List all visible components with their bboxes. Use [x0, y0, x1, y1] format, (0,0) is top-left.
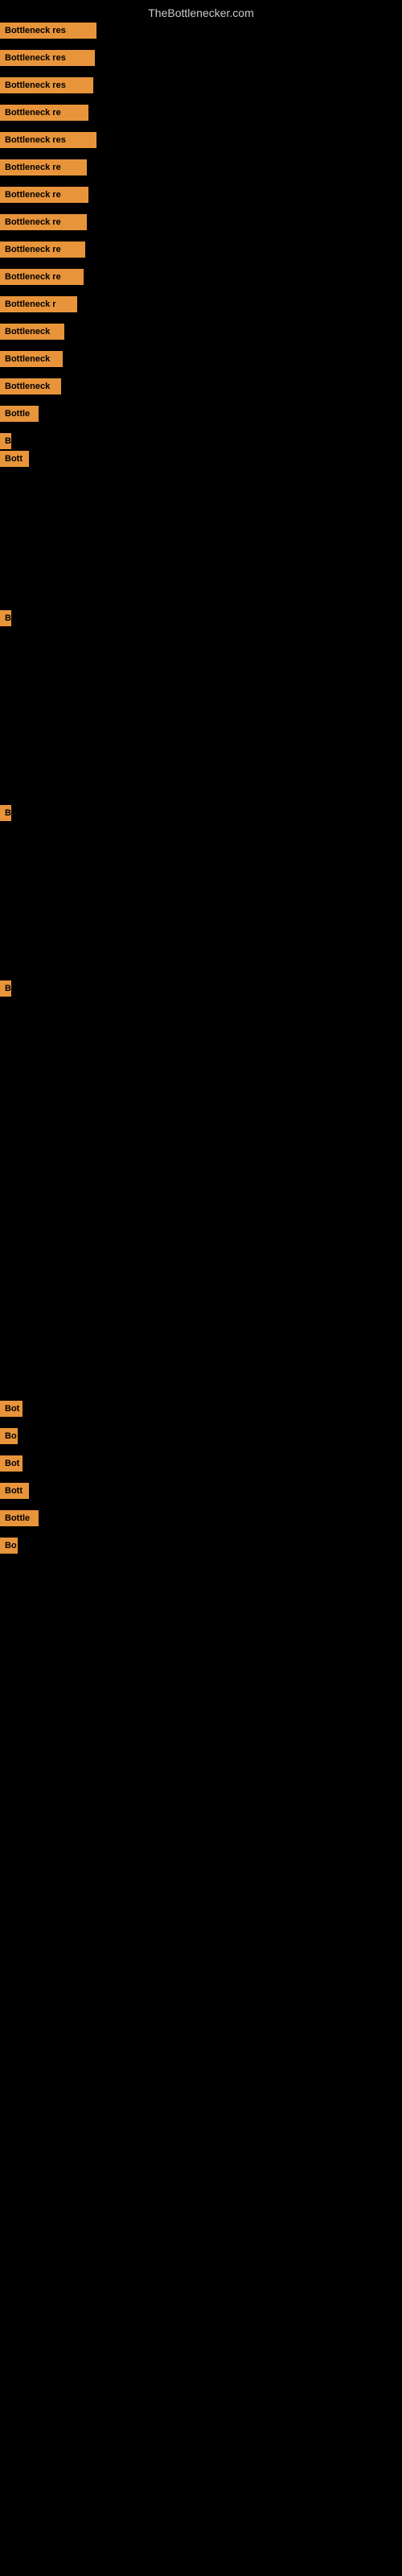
list-item[interactable]: Bottleneck re	[0, 159, 87, 175]
list-item[interactable]: Bottle	[0, 1510, 39, 1526]
list-item[interactable]: Bottleneck re	[0, 187, 88, 203]
list-item[interactable]: Bot	[0, 1455, 23, 1472]
list-item[interactable]: B	[0, 980, 11, 997]
list-item[interactable]: Bottleneck re	[0, 105, 88, 121]
list-item[interactable]: Bottleneck	[0, 324, 64, 340]
list-item[interactable]: Bo	[0, 1538, 18, 1554]
list-item[interactable]: Bottleneck res	[0, 50, 95, 66]
list-item[interactable]: Bottleneck res	[0, 132, 96, 148]
list-item[interactable]: Bo	[0, 1428, 18, 1444]
list-item[interactable]: Bottleneck re	[0, 214, 87, 230]
list-item[interactable]: B	[0, 433, 11, 449]
list-item[interactable]: Bottleneck	[0, 378, 61, 394]
list-item[interactable]: Bott	[0, 451, 29, 467]
list-item[interactable]: Bottleneck res	[0, 77, 93, 93]
list-item[interactable]: Bottleneck r	[0, 296, 77, 312]
list-item[interactable]: B	[0, 610, 11, 626]
list-item[interactable]: Bot	[0, 1401, 23, 1417]
list-item[interactable]: Bottleneck	[0, 351, 63, 367]
list-item[interactable]: Bottleneck re	[0, 242, 85, 258]
list-item[interactable]: B	[0, 805, 11, 821]
list-item[interactable]: Bottleneck res	[0, 23, 96, 39]
list-item[interactable]: Bottleneck re	[0, 269, 84, 285]
list-item[interactable]: Bott	[0, 1483, 29, 1499]
list-item[interactable]: Bottle	[0, 406, 39, 422]
